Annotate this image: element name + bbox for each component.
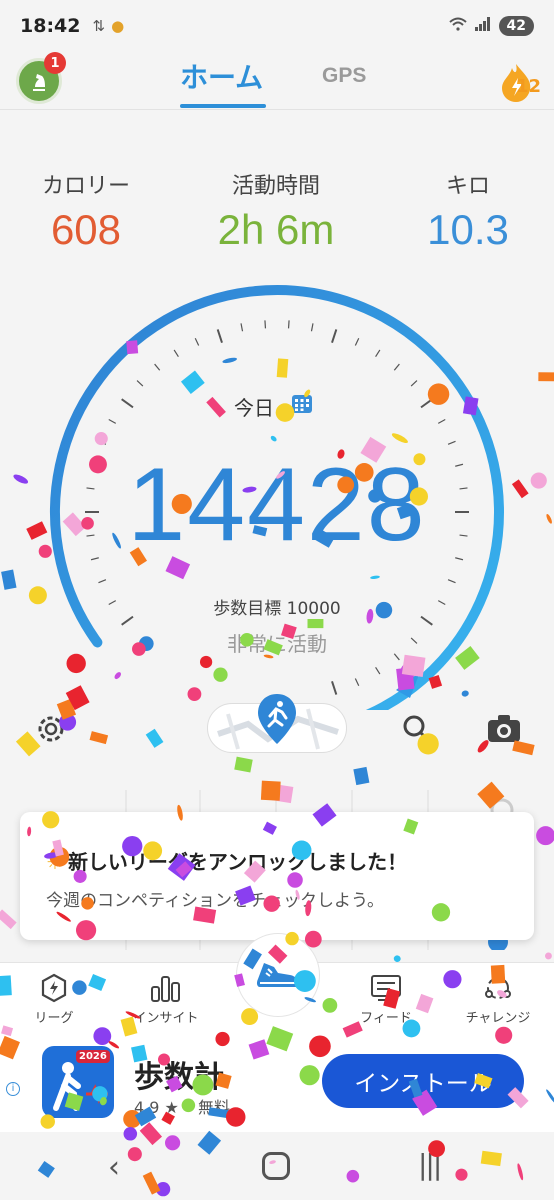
sun-icon: ☀ <box>46 850 64 874</box>
feed-icon <box>371 975 401 1001</box>
back-icon[interactable]: ‹ <box>108 1150 120 1185</box>
stat-active-time: 活動時間 2h 6m <box>196 168 356 254</box>
ad-rating: 4.9 ★ <box>134 1098 179 1117</box>
recent-apps-icon[interactable]: ||| <box>418 1148 442 1181</box>
gauge-tick <box>447 440 456 445</box>
confetti-piece <box>536 826 554 846</box>
league-unlock-toast[interactable]: ☀ 新しいリーグをアンロックしました！ 今週のコンペティションをチェックしよう。 <box>20 812 534 940</box>
running-pin-icon[interactable] <box>256 692 298 748</box>
tab-active-indicator <box>180 104 266 108</box>
toast-title: 新しいリーグをアンロックしました！ <box>67 850 408 874</box>
gauge-tick <box>331 329 338 344</box>
status-bar: 18:42 ⇅ ● 42 <box>0 0 554 52</box>
gauge-tick <box>393 363 400 371</box>
gauge-tick <box>264 320 267 329</box>
settings-icon[interactable] <box>34 712 68 746</box>
gauge-tick <box>108 418 117 424</box>
app-header: 1 ホーム GPS 12 <box>0 52 554 110</box>
stat-value: 10.3 <box>427 206 509 253</box>
nav-label: チャレンジ <box>465 1011 531 1026</box>
status-time: 18:42 <box>20 15 81 37</box>
tab-gps[interactable]: GPS <box>322 64 366 88</box>
confetti-piece <box>0 909 17 930</box>
confetti-piece <box>145 728 164 748</box>
step-count: 14428 <box>127 447 427 563</box>
nav-label: フィード <box>360 1011 412 1026</box>
chess-knight-icon <box>33 74 45 91</box>
nav-insight[interactable]: インサイト <box>116 973 216 1026</box>
streak-count: 12 <box>516 76 542 97</box>
ad-banner[interactable]: i 2026 歩数計 4.9 ★ 無料 インストール <box>0 1038 554 1132</box>
sync-icon: ⇅ <box>92 17 106 35</box>
notification-badge: 1 <box>44 52 66 74</box>
stat-label: 活動時間 <box>231 174 320 199</box>
calendar-icon[interactable] <box>290 392 314 416</box>
gauge-tick <box>310 323 314 332</box>
challenge-icon <box>485 974 511 999</box>
today-label: 今日 <box>234 396 274 420</box>
gauge-tick <box>375 667 381 675</box>
gauge-tick <box>154 363 161 371</box>
app-notification-icon: ● <box>111 17 125 35</box>
stat-label: カロリー <box>41 174 130 199</box>
ad-price: 無料 <box>197 1098 230 1117</box>
gauge-tick <box>410 380 418 387</box>
gauge-tick <box>98 440 107 445</box>
stat-calories: カロリー 608 <box>6 168 166 254</box>
ad-app-name: 歩数計 <box>134 1060 224 1095</box>
toast-subtitle: 今週のコンペティションをチェックしよう。 <box>46 891 384 911</box>
gauge-tick <box>354 338 360 346</box>
nav-label: インサイト <box>133 1011 199 1026</box>
install-button[interactable]: インストール <box>322 1054 524 1108</box>
stat-distance: キロ 10.3 <box>388 168 548 254</box>
bar-chart-icon <box>151 976 180 1002</box>
confetti-piece <box>544 952 552 960</box>
home-icon[interactable] <box>262 1152 290 1180</box>
gauge-tick <box>136 380 144 387</box>
battery-indicator: 42 <box>498 16 534 36</box>
gauge-tick <box>287 320 290 329</box>
nav-challenge[interactable]: チャレンジ <box>448 973 548 1026</box>
nav-league[interactable]: リーグ <box>4 973 104 1026</box>
ad-info-icon[interactable]: i <box>6 1082 20 1096</box>
confetti-piece <box>353 766 370 786</box>
gauge-tick <box>194 338 200 346</box>
gauge-tick <box>98 579 107 584</box>
gauge-tick <box>420 398 433 409</box>
tab-home[interactable]: ホーム <box>180 56 263 96</box>
gauge-tick <box>437 418 446 424</box>
nav-activity-button[interactable] <box>236 933 320 1017</box>
stat-label: キロ <box>445 174 490 199</box>
gauge-tick <box>216 329 223 344</box>
ad-year-badge: 2026 <box>76 1050 110 1063</box>
league-icon <box>41 973 67 1003</box>
step-goal: 歩数目標 10000 <box>213 599 341 619</box>
gauge-tick <box>121 398 134 409</box>
stat-value: 2h 6m <box>217 206 335 253</box>
gauge-tick <box>331 680 338 695</box>
gauge-tick <box>354 678 360 686</box>
gauge-tick <box>375 349 381 357</box>
wifi-icon <box>448 17 467 35</box>
search-icon[interactable] <box>402 714 432 744</box>
confetti-piece <box>234 756 253 773</box>
gauge-tick <box>447 579 456 584</box>
nav-feed[interactable]: フィード <box>336 973 436 1026</box>
bottom-nav: リーグ インサイト フィード チャレンジ <box>0 933 554 1038</box>
confetti-piece <box>89 731 109 745</box>
nav-label: リーグ <box>34 1011 74 1026</box>
sneaker-icon <box>256 963 299 987</box>
system-nav-bar: ‹ ||| <box>0 1132 554 1200</box>
stat-value: 608 <box>50 206 122 253</box>
signal-icon <box>474 17 491 35</box>
gauge-tick <box>240 323 244 332</box>
ad-app-icon[interactable]: 2026 <box>42 1046 114 1118</box>
gauge-tick <box>173 349 179 357</box>
activity-level: 非常に活動 <box>227 632 327 656</box>
camera-icon[interactable] <box>486 712 522 744</box>
